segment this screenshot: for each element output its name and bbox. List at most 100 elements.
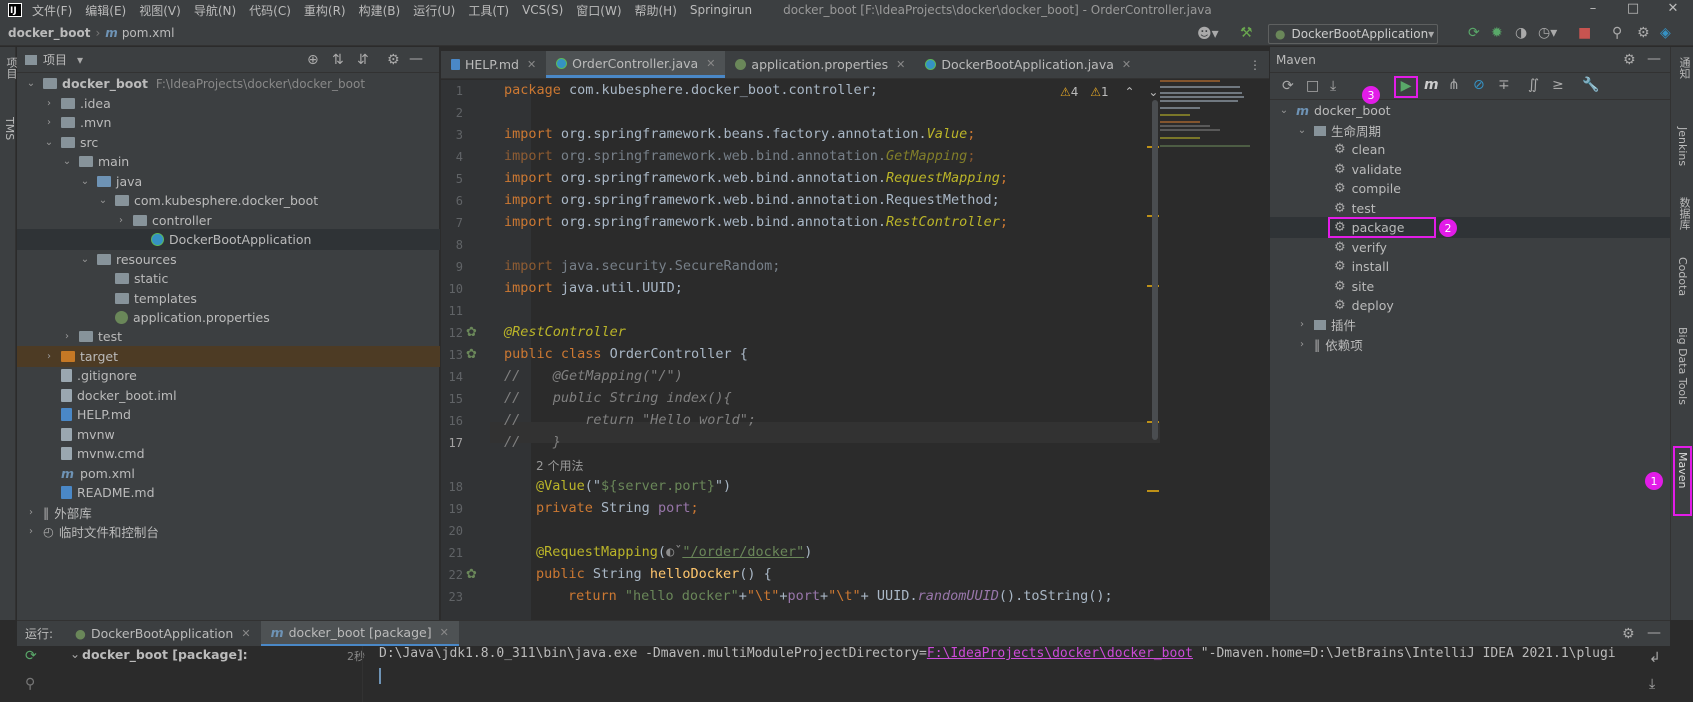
user-icon[interactable]: ☻▾ (1197, 26, 1219, 42)
tree-item-docker-boot[interactable]: ⌄ docker_boot F:\IdeaProjects\docker\doc… (17, 73, 440, 94)
maven-tree-plugins[interactable]: › 插件 (1296, 314, 1356, 335)
code-line-18[interactable]: @Value("${server.port}") (536, 478, 731, 494)
tree-item-package[interactable]: ⌄ com.kubesphere.docker_boot (17, 190, 318, 211)
menu-springirun[interactable]: Springirun (690, 3, 752, 17)
code-line-5[interactable]: import org.springframework.web.bind.anno… (504, 170, 1008, 186)
tab-help-md[interactable]: HELP.md ✕ (441, 51, 546, 78)
search-icon[interactable]: ⚲ (1612, 25, 1622, 41)
code-line-7[interactable]: import org.springframework.web.bind.anno… (504, 214, 1008, 230)
menu-code[interactable]: 代码(C) (249, 2, 291, 19)
menu-vcs[interactable]: VCS(S) (522, 3, 563, 17)
debug-icon[interactable]: ✹ (1491, 25, 1503, 41)
code-line-3[interactable]: import org.springframework.beans.factory… (504, 126, 975, 142)
code-line-19[interactable]: private String port; (536, 500, 699, 516)
menu-help[interactable]: 帮助(H) (635, 2, 677, 19)
maven-phase-clean[interactable]: ⚙ clean (1334, 139, 1385, 160)
close-icon[interactable]: ✕ (241, 627, 250, 640)
request-mapping-gutter-icon[interactable]: ✿ (466, 567, 477, 582)
close-icon[interactable]: ✕ (1653, 0, 1693, 20)
code-line-23[interactable]: return "hello docker"+"\t"+port+"\t"+ UU… (568, 588, 1113, 604)
breadcrumb-project[interactable]: docker_boot (8, 26, 90, 40)
build-task-label[interactable]: docker_boot [package]: (82, 647, 248, 662)
code-line-6[interactable]: import org.springframework.web.bind.anno… (504, 192, 1000, 208)
tree-item-iml[interactable]: docker_boot.iml (17, 385, 177, 406)
scroll-to-end-icon[interactable]: ⤓ (1649, 676, 1655, 692)
menu-run[interactable]: 运行(U) (413, 2, 455, 19)
settings-gear-icon[interactable]: ⚙ (1637, 25, 1650, 41)
add-project-icon[interactable]: □ (1306, 78, 1319, 94)
tab-application-properties[interactable]: application.properties ✕ (725, 51, 915, 78)
tree-item-idea[interactable]: › .idea (17, 93, 111, 114)
code-line-13[interactable]: public class OrderController { (504, 346, 748, 362)
menu-file[interactable]: 文件(F) (32, 2, 72, 19)
tree-item-help-md[interactable]: HELP.md (17, 404, 131, 425)
tree-item-java[interactable]: ⌄ java (17, 171, 142, 192)
execute-goal-icon[interactable]: m (1424, 77, 1439, 93)
tree-item-application-properties[interactable]: application.properties (17, 307, 270, 328)
minimize-icon[interactable]: – (1573, 0, 1613, 20)
skip-tests-icon[interactable]: ⊘ (1473, 77, 1485, 93)
maven-phase-install[interactable]: ⚙ install (1334, 256, 1389, 277)
collapse-all-icon[interactable]: ⇵ (357, 52, 369, 68)
tree-item-resources[interactable]: ⌄ resources (17, 249, 177, 270)
path-link[interactable]: F:\IdeaProjects\docker\docker_boot (927, 646, 1193, 661)
inspection-widget[interactable]: ⚠4 ⚠1 ⌃ ⌄ (1060, 85, 1158, 99)
hide-icon[interactable]: — (1647, 625, 1661, 641)
reload-icon[interactable]: ⟳ (1282, 78, 1294, 94)
code-line-4[interactable]: import org.springframework.web.bind.anno… (504, 148, 975, 164)
stripe-codota[interactable]: Codota (1676, 257, 1689, 296)
gear-icon[interactable]: ⚙ (387, 52, 400, 68)
toolbox-icon[interactable]: ◈ (1660, 25, 1671, 41)
prev-highlight-icon[interactable]: ⌃ (1124, 85, 1134, 99)
code-line-1[interactable]: package com.kubesphere.docker_boot.contr… (504, 82, 878, 98)
run-tab-maven-package[interactable]: m docker_boot [package] ✕ (260, 620, 459, 647)
tab-order-controller[interactable]: OrderController.java ✕ (546, 51, 726, 78)
menu-window[interactable]: 窗口(W) (576, 2, 621, 19)
usages-inlay-hint[interactable]: 2 个用法 (536, 457, 583, 474)
tree-item-target[interactable]: › target (17, 346, 440, 367)
close-icon[interactable]: ✕ (1122, 58, 1131, 71)
code-line-15[interactable]: // public String index(){ (504, 390, 732, 406)
run-configuration-selector[interactable]: ● DockerBootApplication ▾ (1268, 24, 1438, 44)
console-output-line[interactable]: D:\Java\jdk1.8.0_311\bin\java.exe -Dmave… (379, 646, 1619, 661)
collapse-icon[interactable]: ∬ (1528, 77, 1539, 93)
stripe-tms[interactable]: TMS (3, 117, 16, 140)
hide-icon[interactable]: — (1647, 51, 1661, 67)
project-panel-title[interactable]: 项目 (43, 51, 67, 68)
stripe-maven[interactable]: Maven (1676, 452, 1689, 488)
run-tab-docker-boot-application[interactable]: ● DockerBootApplication ✕ (65, 621, 261, 647)
profile-icon[interactable]: ◷▾ (1538, 25, 1557, 41)
tree-item-main[interactable]: ⌄ main (17, 151, 129, 172)
run-maven-build-icon[interactable]: ▶ (1394, 76, 1418, 98)
tree-item-controller[interactable]: › controller (17, 210, 212, 231)
next-highlight-icon[interactable]: ⌄ (1148, 85, 1158, 99)
stripe-jenkins[interactable]: Jenkins (1676, 127, 1689, 166)
download-icon[interactable]: ⤓ (1330, 78, 1336, 94)
close-icon[interactable]: ✕ (896, 58, 905, 71)
code-line-10[interactable]: import java.util.UUID; (504, 280, 683, 296)
menu-edit[interactable]: 编辑(E) (85, 2, 126, 19)
tree-item-scratches[interactable]: › ◴ 临时文件和控制台 (17, 521, 159, 542)
tab-docker-boot-application[interactable]: DockerBootApplication.java ✕ (915, 51, 1141, 78)
close-icon[interactable]: ✕ (527, 58, 536, 71)
code-line-22[interactable]: public String helloDocker() { (536, 566, 772, 582)
chevron-down-icon[interactable]: ▾ (77, 53, 83, 67)
maven-phase-site[interactable]: ⚙ site (1334, 276, 1374, 297)
expand-icon[interactable]: ≥ (1552, 77, 1564, 93)
maven-phase-compile[interactable]: ⚙ compile (1334, 178, 1401, 199)
maven-phase-validate[interactable]: ⚙ validate (1334, 159, 1402, 180)
spring-bean-gutter-icon[interactable]: ✿ (466, 325, 477, 340)
menu-view[interactable]: 视图(V) (139, 2, 181, 19)
soft-wrap-icon[interactable]: ↲ (1649, 650, 1661, 666)
stop-icon[interactable]: ■ (1578, 25, 1591, 41)
minimap[interactable] (1160, 78, 1266, 208)
maven-phase-deploy[interactable]: ⚙ deploy (1334, 295, 1394, 316)
close-icon[interactable]: ✕ (706, 57, 715, 70)
stripe-big-data-tools[interactable]: Big Data Tools (1676, 327, 1689, 405)
hide-icon[interactable]: — (409, 51, 423, 67)
menu-navigate[interactable]: 导航(N) (194, 2, 236, 19)
toggle-offline-icon[interactable]: ⋔ (1448, 77, 1460, 93)
wrench-icon[interactable]: 🔧 (1582, 77, 1599, 93)
menu-tools[interactable]: 工具(T) (468, 2, 509, 19)
menu-refactor[interactable]: 重构(R) (304, 2, 346, 19)
